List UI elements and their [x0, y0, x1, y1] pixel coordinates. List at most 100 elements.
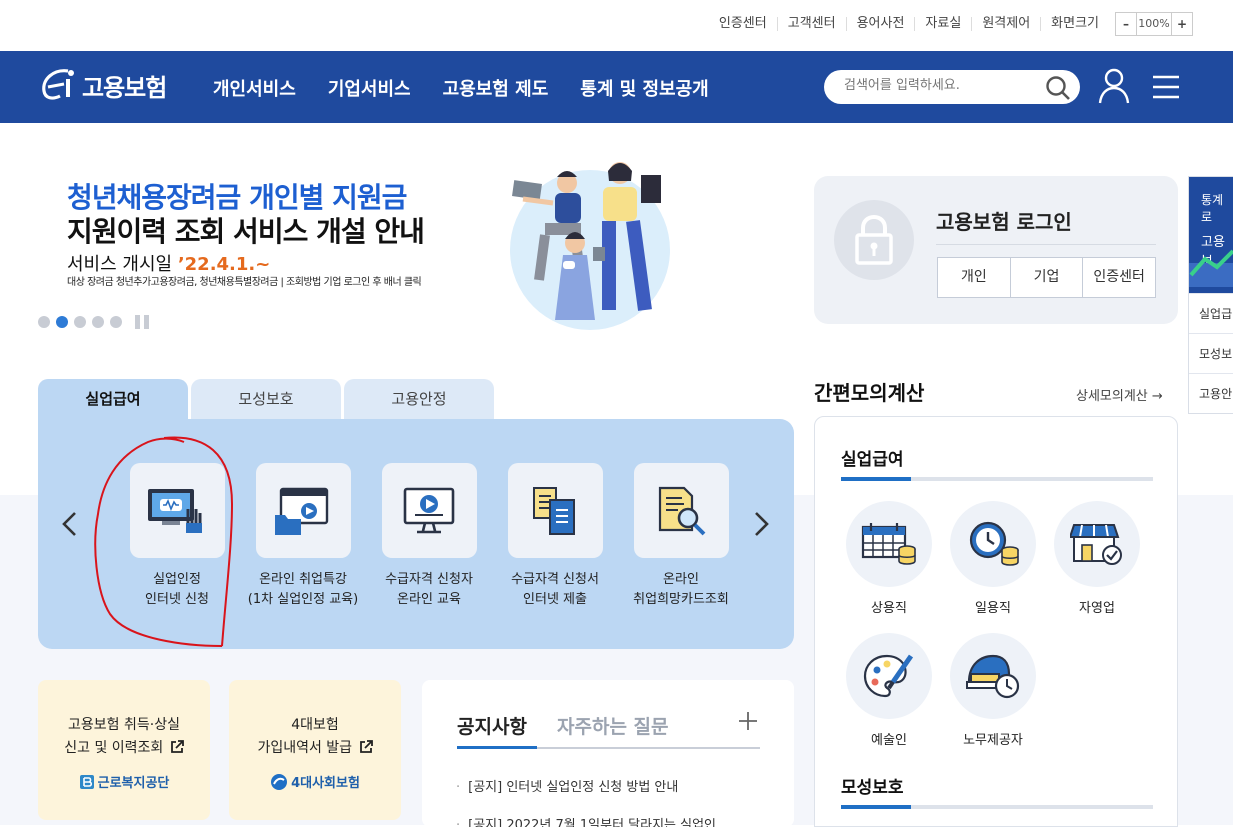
- monitor-play-icon: [403, 487, 455, 533]
- comwel-logo-icon: [79, 774, 94, 789]
- calc-icon-circle: [1054, 501, 1140, 587]
- notice-board: 공지사항 자주하는 질문 [공지] 인터넷 실업인정 신청 방법 안내 [공지]…: [422, 680, 794, 827]
- calc-item-label: 일용직: [975, 601, 1011, 616]
- service-online-job-lecture[interactable]: 온라인 취업특강 (1차 실업인정 교육): [241, 463, 365, 610]
- util-link-glossary[interactable]: 용어사전: [847, 17, 916, 31]
- zoom-control: – 100% +: [1115, 12, 1193, 36]
- 4insure-logo-icon: [271, 773, 288, 790]
- banner-title-line2[interactable]: 지원이력 조회 서비스 개설 안내: [67, 210, 425, 250]
- external-link-icon: [170, 740, 184, 753]
- tile-org: 4대사회보험: [229, 772, 401, 791]
- login-auth-center-button[interactable]: 인증센터: [1083, 258, 1155, 297]
- calc-item-daily-worker[interactable]: 일용직: [948, 501, 1038, 616]
- tile-insurance-report[interactable]: 고용보험 취득·상실 신고 및 이력조회 근로복지공단: [38, 680, 210, 820]
- service-tab-panel: 실업인정 인터넷 신청 온라인 취업특강 (1차 실업인정 교육) 수급자격 신…: [38, 419, 794, 649]
- service-icon-box: [381, 463, 477, 558]
- calc-panel: 실업급여 상용직 일용직 자영업 예술인 노무제공자 모성보호: [814, 416, 1178, 827]
- notice-item[interactable]: [공지] 인터넷 실업인정 신청 방법 안내: [456, 776, 678, 795]
- calc-section-line: [841, 477, 1153, 481]
- tile-line2: 신고 및 이력조회: [64, 740, 164, 756]
- login-divider: [936, 244, 1156, 245]
- tile-line1: 고용보험 취득·상실: [68, 717, 180, 733]
- calc-title: 간편모의계산: [814, 381, 925, 405]
- search-icon[interactable]: [1044, 74, 1072, 102]
- clock-coins-icon: [969, 521, 1019, 566]
- banner-pause-icon[interactable]: [134, 314, 150, 330]
- calc-item-self-employed[interactable]: 자영업: [1052, 501, 1142, 616]
- service-icon-box: [507, 463, 603, 558]
- notice-item[interactable]: [공지] 2022년 7월 1일부터 달라지는 실업인...: [456, 814, 728, 827]
- tab-employment-stability[interactable]: 고용안정: [344, 379, 494, 420]
- tab-unemployment-benefit[interactable]: 실업급여: [38, 379, 188, 420]
- main-menu: 개인서비스 기업서비스 고용보험 제도 통계 및 정보공개: [213, 75, 741, 101]
- search-box: [824, 70, 1080, 104]
- calc-detail-link[interactable]: 상세모의계산 →: [1076, 385, 1163, 404]
- tile-org-name: 근로복지공단: [97, 776, 170, 791]
- tab-faq[interactable]: 자주하는 질문: [557, 712, 669, 739]
- lock-icon: [834, 200, 914, 280]
- logo-text: 고용보험: [82, 73, 167, 102]
- login-business-button[interactable]: 기업: [1011, 258, 1084, 297]
- menu-business-services[interactable]: 기업서비스: [328, 75, 411, 101]
- menu-insurance-system[interactable]: 고용보험 제도: [443, 75, 549, 101]
- site-logo[interactable]: 고용보험: [38, 65, 167, 105]
- banner-pagination: [38, 314, 150, 330]
- util-link-resources[interactable]: 자료실: [915, 17, 973, 31]
- calc-item-label: 예술인: [871, 733, 907, 748]
- logo-mark-icon: [42, 69, 74, 100]
- zoom-out-button[interactable]: –: [1116, 13, 1136, 35]
- side-quick-panel: 통계로 고용보 실업급 모성보 고용안: [1188, 176, 1233, 414]
- util-link-customer-center[interactable]: 고객센터: [778, 17, 847, 31]
- tile-line2: 가입내역서 발급: [257, 740, 353, 756]
- tile-4-insurance-certificate[interactable]: 4대보험 가입내역서 발급 4대사회보험: [229, 680, 401, 820]
- login-personal-button[interactable]: 개인: [938, 258, 1011, 297]
- document-search-icon: [658, 486, 706, 535]
- calc-item-label: 노무제공자: [963, 733, 1023, 748]
- service-online-education[interactable]: 수급자격 신청자 온라인 교육: [367, 463, 491, 610]
- calc-item-label: 상용직: [871, 601, 907, 616]
- service-label: 실업인정 인터넷 신청: [115, 570, 239, 610]
- carousel-next-icon[interactable]: [751, 511, 771, 537]
- tab-notice[interactable]: 공지사항: [457, 712, 527, 739]
- side-item-employment-stability[interactable]: 고용안: [1189, 373, 1233, 413]
- banner-dot-3[interactable]: [74, 316, 86, 328]
- service-label-line2: 취업희망카드조회: [633, 592, 729, 607]
- service-label-line2: 인터넷 제출: [523, 592, 587, 607]
- service-icon-box: [255, 463, 351, 558]
- side-panel-header[interactable]: 통계로 고용보: [1189, 177, 1233, 293]
- banner-dot-1[interactable]: [38, 316, 50, 328]
- util-link-auth-center[interactable]: 인증센터: [709, 17, 778, 31]
- banner-date: ’22.4.1.~: [177, 254, 271, 275]
- service-application-submission[interactable]: 수급자격 신청서 인터넷 제출: [493, 463, 617, 610]
- hamburger-menu-icon[interactable]: [1152, 75, 1180, 99]
- side-item-unemployment[interactable]: 실업급: [1189, 293, 1233, 333]
- user-icon[interactable]: [1097, 67, 1131, 105]
- tile-org: 근로복지공단: [38, 772, 210, 791]
- zoom-in-button[interactable]: +: [1172, 13, 1192, 35]
- calc-item-artist[interactable]: 예술인: [844, 633, 934, 748]
- util-link-remote-control[interactable]: 원격제어: [972, 17, 1042, 31]
- calc-icon-circle: [846, 633, 932, 719]
- banner-dot-4[interactable]: [92, 316, 104, 328]
- video-folder-icon: [275, 487, 329, 535]
- monitor-touch-icon: [148, 488, 202, 533]
- tab-maternity-protection[interactable]: 모성보호: [191, 379, 341, 420]
- service-job-hope-card[interactable]: 온라인 취업희망카드조회: [619, 463, 743, 610]
- service-label: 온라인 취업희망카드조회: [619, 570, 743, 610]
- service-label: 온라인 취업특강 (1차 실업인정 교육): [241, 570, 365, 610]
- menu-personal-services[interactable]: 개인서비스: [213, 75, 296, 101]
- carousel-prev-icon[interactable]: [60, 511, 80, 537]
- service-unemployment-recognition[interactable]: 실업인정 인터넷 신청: [115, 463, 239, 610]
- search-input[interactable]: [844, 78, 1034, 93]
- calc-item-labor-provider[interactable]: 노무제공자: [948, 633, 1038, 748]
- calc-item-label: 자영업: [1079, 601, 1115, 616]
- tile-text: 고용보험 취득·상실 신고 및 이력조회: [38, 714, 210, 760]
- banner-dot-2[interactable]: [56, 316, 68, 328]
- side-item-maternity[interactable]: 모성보: [1189, 333, 1233, 373]
- documents-icon: [533, 486, 575, 535]
- calc-item-regular-worker[interactable]: 상용직: [844, 501, 934, 616]
- more-plus-icon[interactable]: [737, 710, 759, 732]
- menu-statistics[interactable]: 통계 및 정보공개: [580, 75, 708, 101]
- banner-dot-5[interactable]: [110, 316, 122, 328]
- palette-brush-icon: [863, 654, 914, 698]
